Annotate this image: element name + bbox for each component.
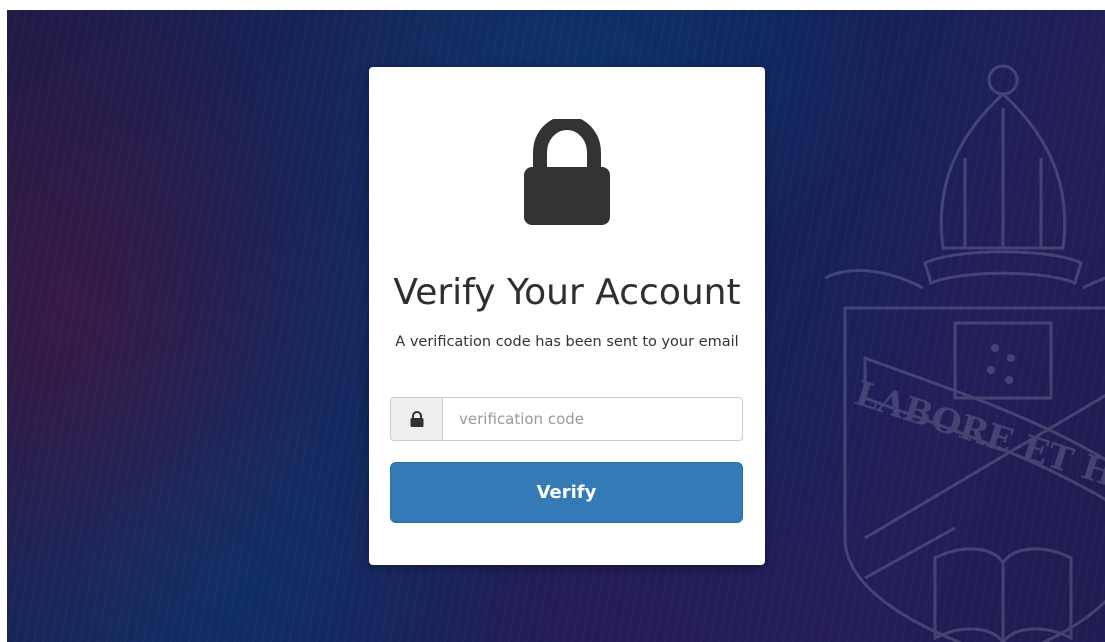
verification-code-group <box>390 397 743 441</box>
school-crest-watermark: LABORE ET HO <box>824 64 1105 642</box>
lock-icon <box>391 398 443 440</box>
page-background: LABORE ET HO Verify Your Account A verif… <box>7 10 1105 642</box>
verification-code-input[interactable] <box>443 398 742 440</box>
verification-message: A verification code has been sent to you… <box>395 334 739 350</box>
crest-motto: LABORE ET HO <box>850 374 1105 505</box>
verify-button[interactable]: Verify <box>390 462 743 523</box>
page-title: Verify Your Account <box>393 272 741 313</box>
verification-card: Verify Your Account A verification code … <box>369 67 765 565</box>
lock-icon <box>524 119 610 225</box>
